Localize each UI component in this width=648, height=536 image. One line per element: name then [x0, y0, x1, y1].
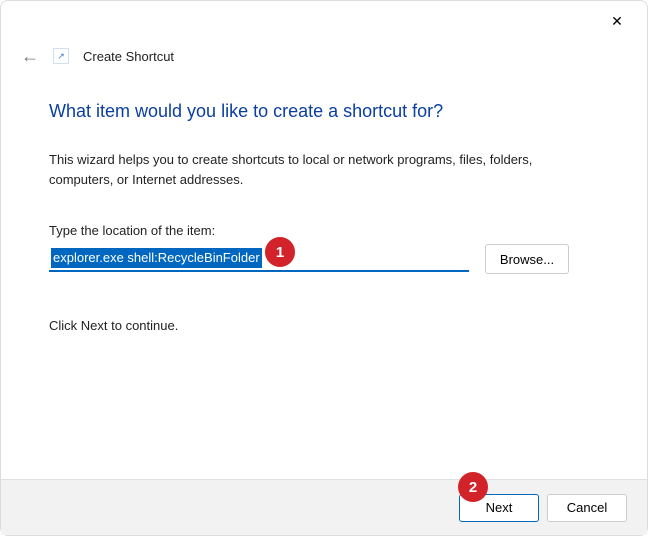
page-heading: What item would you like to create a sho… — [49, 101, 599, 122]
window-title: Create Shortcut — [83, 49, 174, 64]
annotation-callout-1: 1 — [265, 237, 295, 267]
location-input-selection: explorer.exe shell:RecycleBinFolder — [51, 248, 262, 268]
browse-button[interactable]: Browse... — [485, 244, 569, 274]
location-label: Type the location of the item: — [49, 223, 599, 238]
content-area: What item would you like to create a sho… — [1, 71, 647, 333]
annotation-callout-2: 2 — [458, 472, 488, 502]
back-arrow-icon: ← — [21, 46, 39, 67]
shortcut-icon — [53, 48, 69, 64]
input-row: explorer.exe shell:RecycleBinFolder Brow… — [49, 244, 599, 274]
footer: Next Cancel — [1, 479, 647, 535]
header-row: ← Create Shortcut — [1, 41, 647, 71]
titlebar: ✕ — [1, 1, 647, 41]
continue-text: Click Next to continue. — [49, 318, 599, 333]
close-icon: ✕ — [611, 13, 623, 30]
back-button[interactable]: ← — [21, 46, 39, 67]
description-text: This wizard helps you to create shortcut… — [49, 150, 589, 189]
cancel-button[interactable]: Cancel — [547, 494, 627, 522]
location-input[interactable]: explorer.exe shell:RecycleBinFolder — [49, 246, 469, 272]
close-button[interactable]: ✕ — [595, 6, 639, 36]
